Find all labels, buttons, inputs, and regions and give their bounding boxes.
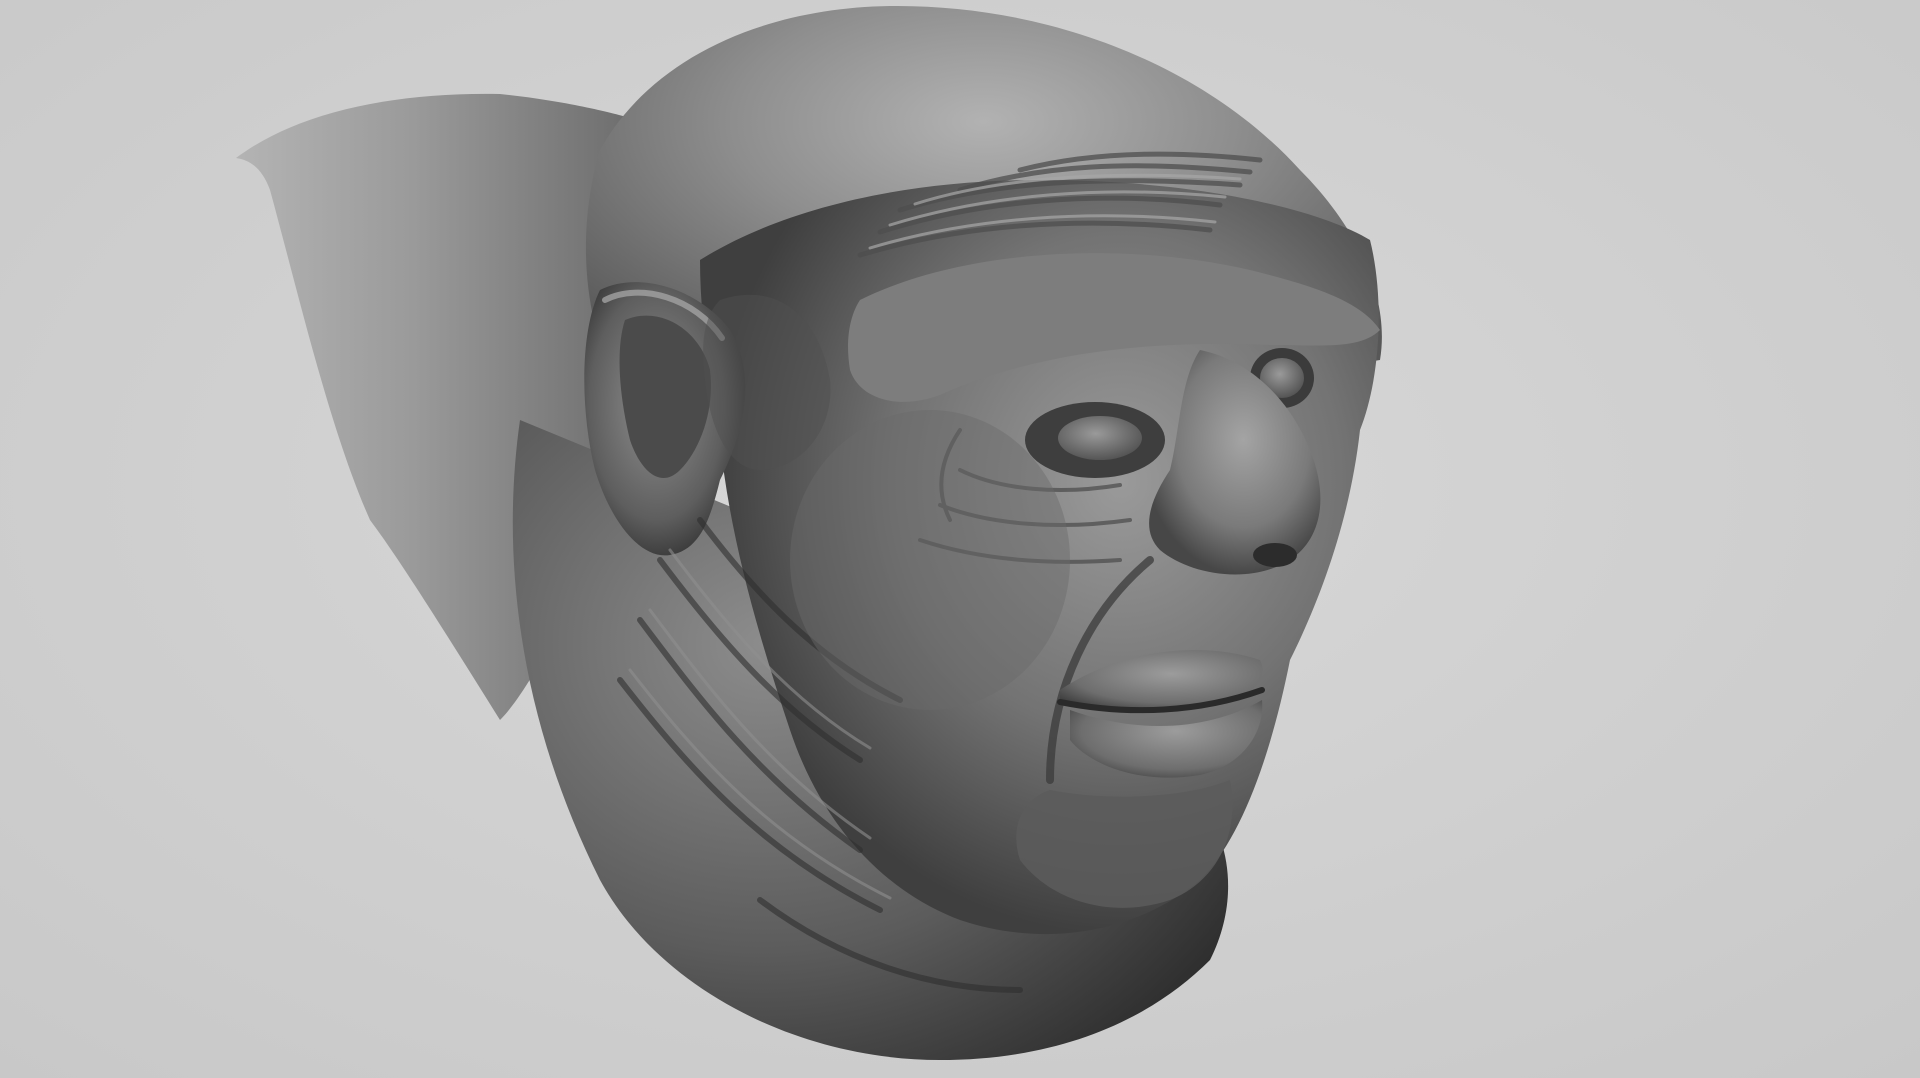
left-eye [1058,416,1142,460]
nostril [1253,543,1297,567]
cheek [790,410,1070,710]
sculpt-render [0,0,1920,1078]
render-viewport [0,0,1920,1078]
